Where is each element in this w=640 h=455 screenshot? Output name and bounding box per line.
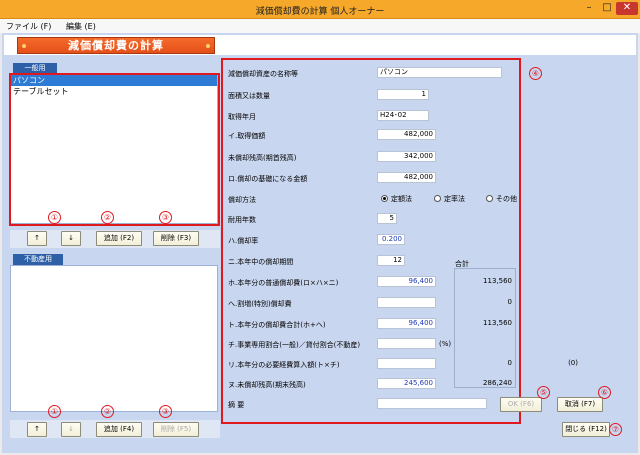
delete-general-button[interactable]: 削除 (F3) <box>153 231 199 246</box>
cost-field[interactable]: 482,000 <box>377 129 436 140</box>
period-field[interactable]: 12 <box>377 255 405 266</box>
cost-label: イ.取得価額 <box>228 132 266 140</box>
callout-7: ⑦ <box>609 423 622 436</box>
quantity-label: 面積又は数量 <box>228 92 270 100</box>
acquired-date-label: 取得年月 <box>228 113 256 121</box>
callout-1: ① <box>48 211 61 224</box>
rate-label: ハ.償却率 <box>228 237 259 245</box>
unamortized-label: 未償却残高(期首残高) <box>228 154 297 162</box>
name-field[interactable]: パソコン <box>377 67 502 78</box>
minimize-button[interactable]: – <box>580 2 598 15</box>
quantity-field[interactable]: 1 <box>377 89 429 100</box>
move-down-button[interactable]: ↓ <box>61 231 81 246</box>
business-ratio-field[interactable] <box>377 338 436 349</box>
callout-3: ③ <box>159 211 172 224</box>
add-general-button[interactable]: 追加 (F2) <box>96 231 142 246</box>
normal-depreciation-label: ホ.本年分の普通償却費(ロ×ハ×ニ) <box>228 279 339 287</box>
banner-dot-right <box>206 44 210 48</box>
method-straight-line-radio[interactable] <box>381 195 388 202</box>
closing-balance-label: ヌ.未償却残高(期末残高) <box>228 381 306 389</box>
method-other-radio[interactable] <box>486 195 493 202</box>
total-balance-value: 286,240 <box>483 379 512 387</box>
rate-field[interactable]: 0.200 <box>377 234 405 245</box>
callout-3: ③ <box>159 405 172 418</box>
move-up-button[interactable]: ↑ <box>27 231 47 246</box>
period-label: ニ.本年中の償却期間 <box>228 258 294 266</box>
total-depreciation-field[interactable]: 96,400 <box>377 318 436 329</box>
close-window-button[interactable]: ✕ <box>616 2 638 15</box>
method-label: 償却方法 <box>228 196 256 204</box>
normal-depreciation-field[interactable]: 96,400 <box>377 276 436 287</box>
callout-4: ④ <box>529 67 542 80</box>
acquired-date-field[interactable]: H24･02 <box>377 110 429 121</box>
close-button[interactable]: 閉じる (F12) <box>562 422 610 437</box>
business-ratio-label: チ.事業専用割合(一般)／貸付割合(不動産) <box>228 341 361 349</box>
callout-box-general-list <box>9 73 220 226</box>
unamortized-field[interactable]: 342,000 <box>377 151 436 162</box>
menu-bar: ファイル (F) 編集 (E) <box>0 19 640 33</box>
memo-label: 摘 要 <box>228 401 245 409</box>
delete-realestate-button[interactable]: 削除 (F5) <box>153 422 199 437</box>
useful-life-field[interactable]: 5 <box>377 213 397 224</box>
banner-dot-left <box>22 44 26 48</box>
callout-5: ⑤ <box>537 386 550 399</box>
ok-button[interactable]: OK (F6) <box>500 397 542 412</box>
useful-life-label: 耐用年数 <box>228 216 256 224</box>
menu-edit[interactable]: 編集 (E) <box>66 21 96 32</box>
callout-2: ② <box>101 211 114 224</box>
window-title: 減価償却費の計算 個人オーナー <box>255 7 385 17</box>
total-sum-value: 113,560 <box>483 319 512 327</box>
callout-6: ⑥ <box>598 386 611 399</box>
title-bar: 減価償却費の計算 個人オーナー – □ ✕ <box>0 0 640 19</box>
extra-depreciation-field[interactable] <box>377 297 436 308</box>
name-label: 減価償却資産の名称等 <box>228 70 298 78</box>
totals-label: 合計 <box>455 260 469 268</box>
menu-file[interactable]: ファイル (F) <box>6 21 51 32</box>
depreciation-base-label: ロ.償却の基礎になる金額 <box>228 175 308 183</box>
callout-2: ② <box>101 405 114 418</box>
callout-1: ① <box>48 405 61 418</box>
method-other-label[interactable]: その他 <box>496 194 517 204</box>
total-expense-value: 0 <box>507 359 512 367</box>
method-declining-label[interactable]: 定率法 <box>444 194 465 204</box>
memo-field[interactable] <box>377 398 487 409</box>
tab-realestate[interactable]: 不動産用 <box>13 254 63 265</box>
percent-unit: (%) <box>439 340 452 348</box>
totals-panel <box>454 268 516 388</box>
total-depreciation-label: ト.本年分の償却費合計(ホ+ヘ) <box>228 321 326 329</box>
extra-depreciation-label: ヘ.割増(特別)償却費 <box>228 300 292 308</box>
move-down-button[interactable]: ↓ <box>61 422 81 437</box>
add-realestate-button[interactable]: 追加 (F4) <box>96 422 142 437</box>
method-declining-radio[interactable] <box>434 195 441 202</box>
depreciation-base-field[interactable]: 482,000 <box>377 172 436 183</box>
total-normal-value: 113,560 <box>483 277 512 285</box>
total-extra-value: 0 <box>507 298 512 306</box>
extra-expense-value: (0) <box>568 359 578 367</box>
method-straight-line-label[interactable]: 定額法 <box>391 194 412 204</box>
banner-title: 減価償却費の計算 <box>68 39 164 52</box>
closing-balance-field[interactable]: 245,600 <box>377 378 436 389</box>
cancel-button[interactable]: 取消 (F7) <box>557 397 603 412</box>
maximize-button[interactable]: □ <box>598 2 616 15</box>
move-up-button[interactable]: ↑ <box>27 422 47 437</box>
realestate-list[interactable] <box>10 265 218 412</box>
page-banner: 減価償却費の計算 <box>17 37 215 54</box>
expense-label: リ.本年分の必要経費算入額(ト×チ) <box>228 361 340 369</box>
expense-field[interactable] <box>377 358 436 369</box>
